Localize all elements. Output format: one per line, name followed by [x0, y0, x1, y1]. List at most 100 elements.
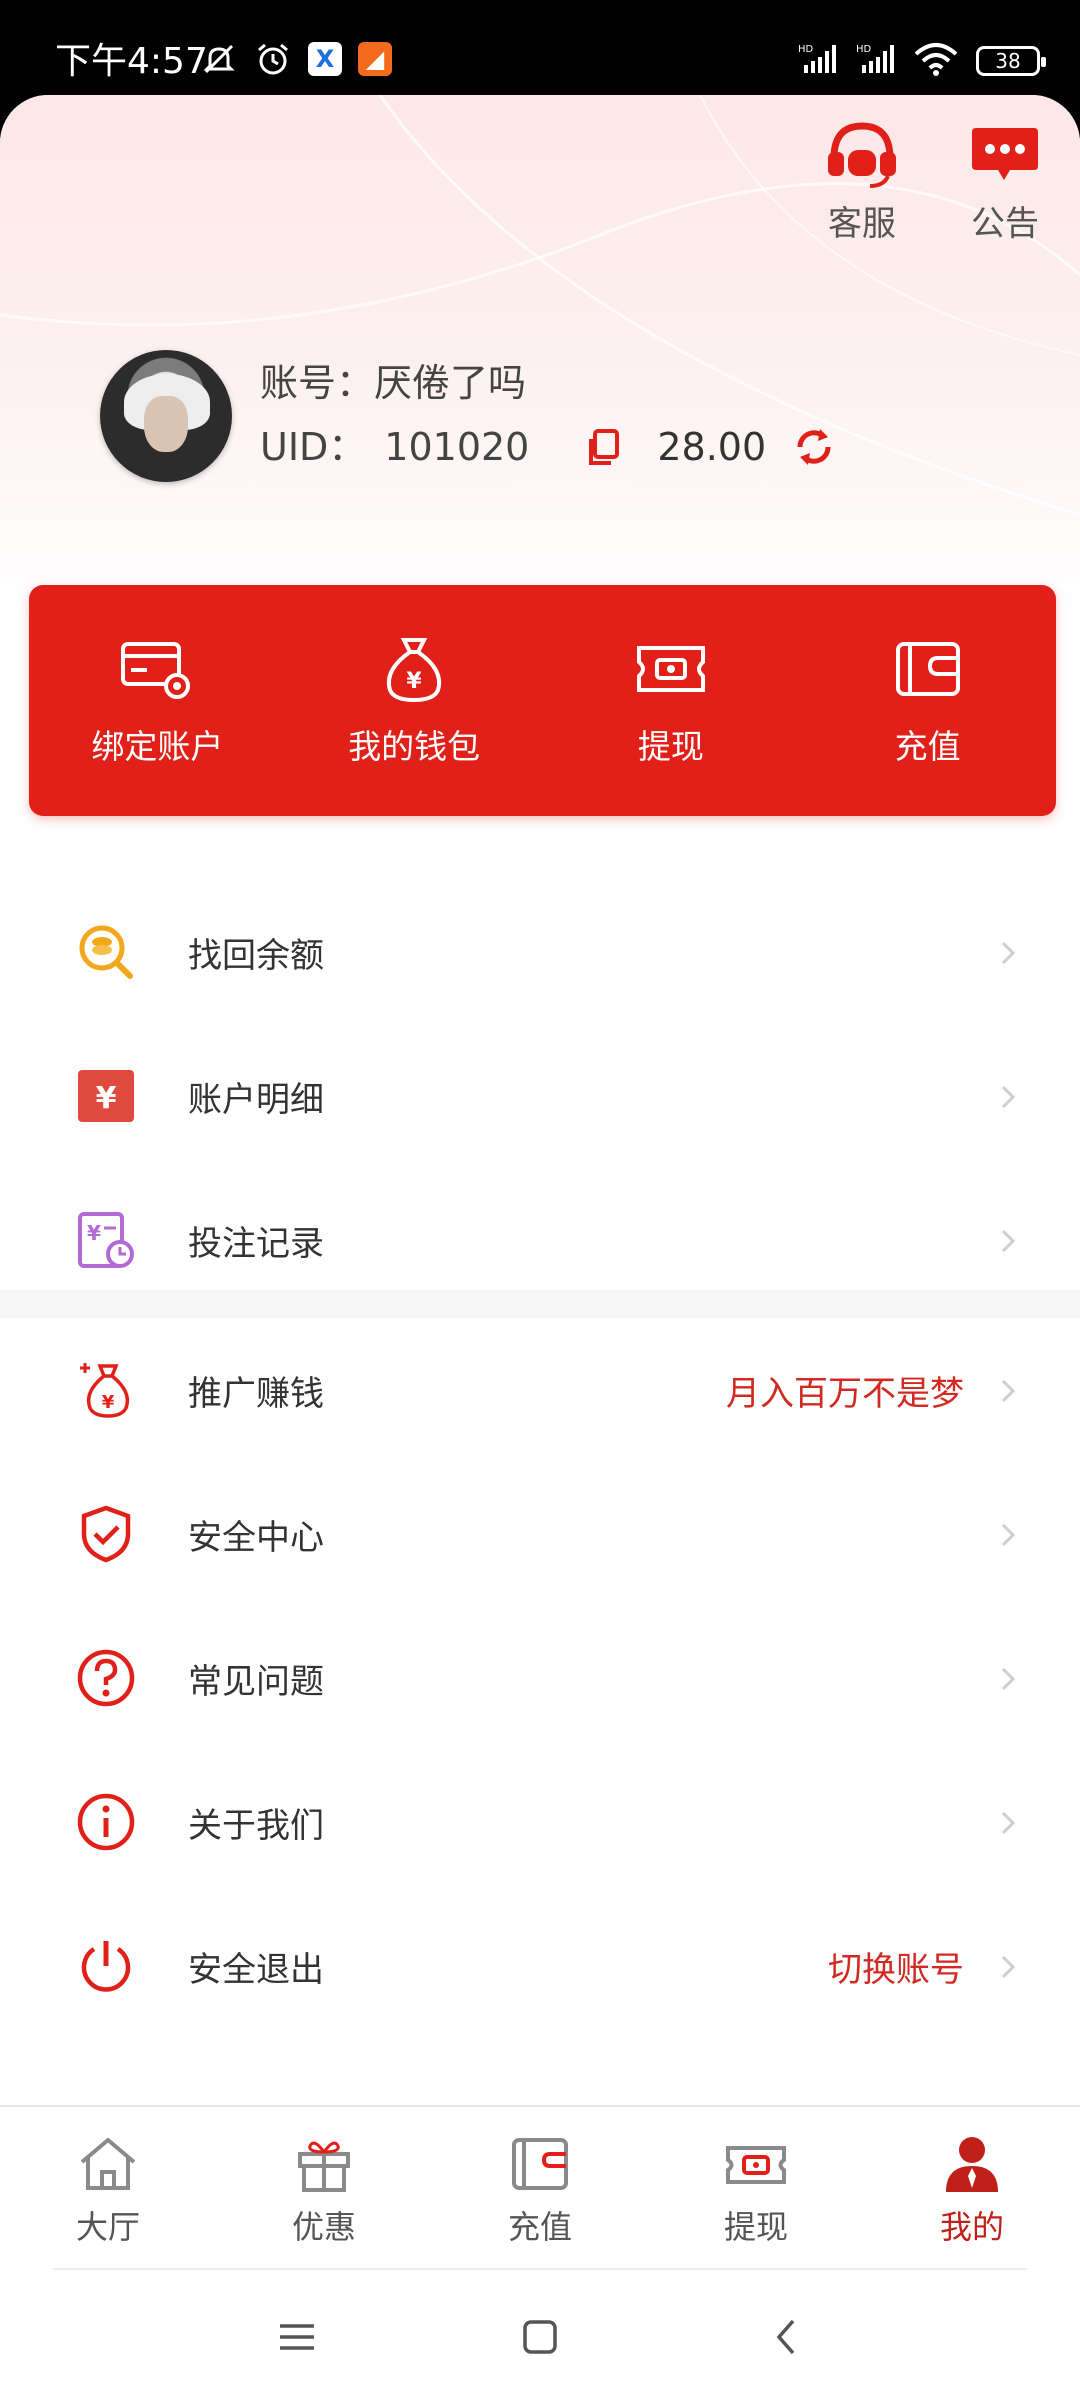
menu-label: 安全退出	[188, 1949, 324, 1990]
menu-icon[interactable]	[272, 2312, 322, 2362]
system-navigation-bar	[0, 2272, 1080, 2400]
menu-item-security-center[interactable]: 安全中心	[0, 1462, 1080, 1606]
headset-icon	[828, 122, 896, 188]
nav-divider	[53, 2268, 1027, 2270]
battery-indicator: 38	[976, 46, 1046, 76]
announcement-button[interactable]: 公告	[970, 120, 1040, 245]
avatar[interactable]	[100, 350, 232, 482]
switch-account-link[interactable]: 切换账号	[828, 1942, 964, 1991]
wifi-icon	[914, 42, 958, 80]
status-time: 下午4:57	[55, 41, 208, 82]
withdraw-button[interactable]: 提现	[543, 585, 800, 816]
menu-item-about-us[interactable]: 关于我们	[0, 1750, 1080, 1894]
power-icon	[81, 1941, 131, 1992]
my-wallet-button[interactable]: ¥ 我的钱包	[286, 585, 543, 816]
menu-group-general: ¥ 推广赚钱 月入百万不是梦 安全中心 常见问题 关于我们 安全退出 切换账号	[0, 1318, 1080, 2038]
promotion-bag-icon: ¥	[80, 1363, 130, 1418]
card-settings-icon	[121, 641, 191, 699]
chevron-right-icon	[1001, 1085, 1016, 1109]
nav-label: 大厅	[75, 2208, 140, 2246]
refresh-icon[interactable]	[792, 425, 836, 469]
uid-line: UID： 101020 28.00	[260, 417, 836, 477]
wallet-icon	[895, 641, 960, 696]
money-bag-icon: ¥	[387, 637, 442, 702]
menu-item-logout[interactable]: 安全退出 切换账号	[0, 1894, 1080, 2038]
user-icon	[946, 2137, 998, 2192]
nav-label: 优惠	[291, 2208, 356, 2246]
menu-label: 找回余额	[188, 935, 324, 976]
chevron-right-icon	[1001, 1379, 1016, 1403]
back-icon[interactable]	[762, 2312, 812, 2362]
shield-check-icon	[81, 1505, 131, 1563]
menu-item-recover-balance[interactable]: 找回余额	[0, 880, 1080, 1024]
coin-search-icon	[79, 925, 133, 979]
svg-text:¥: ¥	[102, 1392, 115, 1413]
home-icon	[80, 2138, 136, 2190]
chevron-right-icon	[1001, 1667, 1016, 1691]
chevron-right-icon	[1001, 1523, 1016, 1547]
nav-label: 充值	[507, 2208, 572, 2246]
nav-label: 我的	[939, 2208, 1004, 2246]
nav-tab-lobby[interactable]: 大厅	[0, 2107, 216, 2270]
menu-label: 安全中心	[188, 1517, 324, 1558]
customer-service-button[interactable]: 客服	[824, 120, 900, 245]
menu-label: 关于我们	[188, 1805, 324, 1846]
chevron-right-icon	[1001, 941, 1016, 965]
gift-icon	[298, 2141, 350, 2192]
menu-group-funds: 找回余额 ¥ 账户明细 ¥ 投注记录	[0, 880, 1080, 1312]
account-line: 账号：厌倦了吗	[260, 355, 836, 411]
menu-item-faq[interactable]: 常见问题	[0, 1606, 1080, 1750]
question-icon	[77, 1649, 135, 1707]
svg-text:¥: ¥	[96, 1081, 117, 1116]
withdraw-label: 提现	[637, 726, 704, 766]
nav-tab-withdraw[interactable]: 提现	[648, 2107, 864, 2270]
profile-page: 客服 公告 账号：厌倦了吗 UID： 101020 28.00 绑定账户 ¥ 我…	[0, 95, 1080, 2400]
bet-record-icon: ¥	[78, 1212, 134, 1268]
bottom-nav: 大厅 优惠 充值 提现 我的	[0, 2105, 1080, 2270]
svg-text:¥: ¥	[406, 669, 422, 694]
chevron-right-icon	[1001, 1811, 1016, 1835]
recharge-label: 充值	[894, 726, 961, 766]
home-square-icon[interactable]	[515, 2312, 565, 2362]
section-divider	[0, 1290, 1080, 1318]
mute-icon	[200, 40, 238, 78]
app-x-icon: X	[308, 42, 342, 76]
status-bar: 下午4:57 X ◢ HD HD 38	[0, 0, 1080, 95]
menu-item-promotion[interactable]: ¥ 推广赚钱 月入百万不是梦	[0, 1318, 1080, 1462]
my-wallet-label: 我的钱包	[348, 726, 481, 766]
nav-tab-recharge[interactable]: 充值	[432, 2107, 648, 2270]
bind-account-label: 绑定账户	[91, 726, 224, 766]
menu-label: 账户明细	[188, 1079, 324, 1120]
menu-item-account-details[interactable]: ¥ 账户明细	[0, 1024, 1080, 1168]
balance-value: 28.00	[657, 425, 767, 469]
app-notify-icon: ◢	[358, 42, 392, 76]
quick-actions-card: 绑定账户 ¥ 我的钱包 提现 充值	[29, 585, 1056, 816]
chevron-right-icon	[1001, 1955, 1016, 1979]
uid-value: 101020	[384, 425, 530, 469]
copy-icon[interactable]	[583, 427, 623, 467]
svg-text:¥: ¥	[87, 1221, 101, 1245]
message-icon	[972, 128, 1038, 180]
recharge-button[interactable]: 充值	[799, 585, 1056, 816]
profile-summary: 账号：厌倦了吗 UID： 101020 28.00	[100, 350, 836, 482]
alarm-icon	[254, 40, 292, 78]
nav-tab-promotions[interactable]: 优惠	[216, 2107, 432, 2270]
yen-document-icon: ¥	[78, 1070, 134, 1122]
chevron-right-icon	[1001, 1229, 1016, 1253]
withdraw-ticket-icon	[636, 645, 705, 692]
announcement-label: 公告	[971, 204, 1039, 244]
bind-account-button[interactable]: 绑定账户	[29, 585, 286, 816]
signal-icon-2: HD	[856, 43, 896, 79]
wallet-icon	[512, 2138, 568, 2190]
promotion-tagline: 月入百万不是梦	[726, 1373, 964, 1414]
account-name: 厌倦了吗	[374, 361, 527, 405]
uid-label: UID：	[260, 425, 367, 469]
menu-label: 常见问题	[188, 1661, 324, 1702]
nav-tab-mine[interactable]: 我的	[864, 2107, 1080, 2270]
withdraw-ticket-icon	[726, 2146, 786, 2184]
nav-label: 提现	[723, 2208, 788, 2246]
svg-text:HD: HD	[798, 44, 814, 55]
menu-label: 推广赚钱	[188, 1373, 324, 1414]
signal-icon: HD	[798, 43, 838, 79]
account-label: 账号：	[260, 361, 375, 405]
